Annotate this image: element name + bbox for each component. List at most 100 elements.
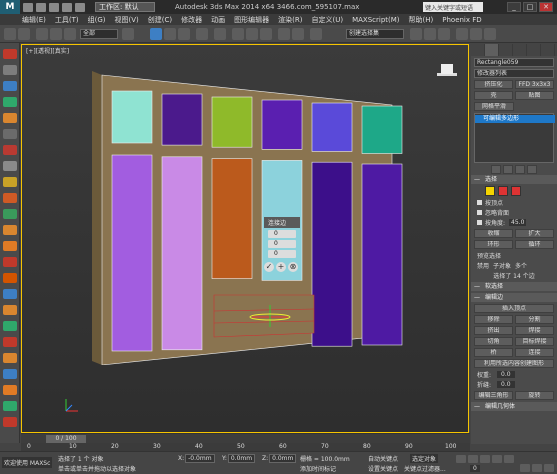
split-button[interactable]: 分割 bbox=[515, 315, 554, 324]
tool-icon-14[interactable] bbox=[3, 257, 17, 267]
select-move-icon[interactable] bbox=[150, 28, 162, 40]
rollout-edit-geometry[interactable]: 编辑几何体 bbox=[471, 402, 557, 411]
track-bar[interactable]: 0 10 20 30 40 50 60 70 80 90 100 bbox=[21, 443, 470, 451]
y-input[interactable]: 0.0mm bbox=[227, 454, 256, 463]
time-slider-bar[interactable]: 0 / 100 bbox=[21, 433, 470, 443]
tool-icon-8[interactable] bbox=[3, 161, 17, 171]
remove-modifier-icon[interactable] bbox=[527, 165, 537, 174]
go-start-icon[interactable] bbox=[456, 455, 466, 463]
workspace-dropdown[interactable]: 工作区: 默认 bbox=[95, 2, 155, 12]
menu-create[interactable]: 创建(C) bbox=[148, 15, 172, 25]
utilities-tab-icon[interactable] bbox=[541, 44, 555, 56]
current-frame-input[interactable]: 0 bbox=[470, 465, 480, 472]
angle-spinner[interactable]: 45.0 bbox=[509, 219, 527, 226]
new-file-icon[interactable] bbox=[23, 2, 33, 12]
save-file-icon[interactable] bbox=[49, 2, 59, 12]
menu-customize[interactable]: 自定义(U) bbox=[311, 15, 343, 25]
tool-icon-18[interactable] bbox=[3, 321, 17, 331]
tool-icon-16[interactable] bbox=[3, 289, 17, 299]
next-frame-icon[interactable] bbox=[492, 455, 502, 463]
cancel-button[interactable]: ⊗ bbox=[288, 262, 298, 272]
tool-icon-7[interactable] bbox=[3, 145, 17, 155]
insert-vertex-button[interactable]: 插入顶点 bbox=[474, 304, 554, 313]
curve-editor-icon[interactable] bbox=[410, 28, 422, 40]
modify-tab-icon[interactable] bbox=[485, 44, 499, 56]
redo-tool-icon[interactable] bbox=[18, 28, 30, 40]
maxscript-listener[interactable]: 欢迎使用 MAXSc bbox=[2, 457, 53, 468]
tool-icon-10[interactable] bbox=[3, 193, 17, 203]
tool-icon-12[interactable] bbox=[3, 225, 17, 235]
show-end-icon[interactable] bbox=[503, 165, 513, 174]
extrude-button[interactable]: 挤出 bbox=[474, 326, 513, 335]
object-name-field[interactable]: Rectangle059 bbox=[474, 58, 554, 67]
tool-icon-9[interactable] bbox=[3, 177, 17, 187]
make-unique-icon[interactable] bbox=[515, 165, 525, 174]
auto-key-button[interactable]: 自动关键点 bbox=[368, 454, 398, 463]
render-icon[interactable] bbox=[484, 28, 496, 40]
unlink-icon[interactable] bbox=[50, 28, 62, 40]
tool-icon-15[interactable] bbox=[3, 273, 17, 283]
tool-icon-1[interactable] bbox=[3, 49, 17, 59]
motion-tab-icon[interactable] bbox=[513, 44, 527, 56]
percent-snap-icon[interactable] bbox=[260, 28, 272, 40]
weld-button[interactable]: 焊接 bbox=[515, 326, 554, 335]
segments-spinner[interactable]: 0 bbox=[268, 230, 296, 238]
create-tab-icon[interactable] bbox=[471, 44, 485, 56]
open-file-icon[interactable] bbox=[36, 2, 46, 12]
tool-icon-23[interactable] bbox=[3, 401, 17, 411]
grow-button[interactable]: 扩大 bbox=[515, 229, 554, 238]
tool-icon-24[interactable] bbox=[3, 417, 17, 427]
undo-icon[interactable] bbox=[62, 2, 72, 12]
x-input[interactable]: -0.0mm bbox=[185, 454, 215, 463]
selected-dropdown[interactable]: 选定对象 bbox=[410, 454, 439, 463]
undo-tool-icon[interactable] bbox=[4, 28, 16, 40]
chamfer-button[interactable]: 切角 bbox=[474, 337, 513, 346]
snap-icon[interactable] bbox=[232, 28, 244, 40]
prev-frame-icon[interactable] bbox=[468, 455, 478, 463]
pan-icon[interactable] bbox=[532, 464, 542, 472]
create-shape-button[interactable]: 利用所选内容创建图形 bbox=[474, 359, 554, 368]
tool-icon-13[interactable] bbox=[3, 241, 17, 251]
ffd-button[interactable]: FFD 3x3x3 bbox=[515, 80, 554, 89]
menu-graph-editors[interactable]: 图形编辑器 bbox=[234, 15, 269, 25]
close-button[interactable]: ✕ bbox=[539, 2, 553, 12]
tool-icon-20[interactable] bbox=[3, 353, 17, 363]
tool-icon-5[interactable] bbox=[3, 113, 17, 123]
material-editor-icon[interactable] bbox=[438, 28, 450, 40]
modifier-list-dropdown[interactable]: 修改器列表 bbox=[474, 69, 554, 78]
menu-group[interactable]: 组(G) bbox=[88, 15, 106, 25]
menu-animation[interactable]: 动画 bbox=[211, 15, 225, 25]
menu-modifiers[interactable]: 修改器 bbox=[181, 15, 202, 25]
tool-icon-19[interactable] bbox=[3, 337, 17, 347]
viewport-label[interactable]: [+][透视][真实] bbox=[26, 46, 69, 55]
maximize-button[interactable]: □ bbox=[523, 2, 537, 12]
menu-tools[interactable]: 工具(T) bbox=[55, 15, 79, 25]
reference-coord-icon[interactable] bbox=[196, 28, 208, 40]
tool-icon-3[interactable] bbox=[3, 81, 17, 91]
menu-rendering[interactable]: 渲染(R) bbox=[278, 15, 302, 25]
selection-filter-dropdown[interactable]: 全部 bbox=[80, 29, 118, 39]
search-input[interactable]: 键入关键字或短语 bbox=[423, 2, 483, 12]
tool-icon-11[interactable] bbox=[3, 209, 17, 219]
preview-subobj-radio[interactable]: 子对象 bbox=[493, 261, 511, 270]
select-rotate-icon[interactable] bbox=[164, 28, 176, 40]
rollout-soft-selection[interactable]: 软选择 bbox=[471, 282, 557, 291]
tool-icon-6[interactable] bbox=[3, 129, 17, 139]
preview-multi-radio[interactable]: 多个 bbox=[515, 261, 527, 270]
menu-phoenix[interactable]: Phoenix FD bbox=[442, 16, 481, 24]
unwrap-button[interactable]: 挤压化 bbox=[474, 80, 513, 89]
hierarchy-tab-icon[interactable] bbox=[499, 44, 513, 56]
select-scale-icon[interactable] bbox=[178, 28, 190, 40]
rollout-edit-edges[interactable]: 编辑边 bbox=[471, 293, 557, 302]
menu-help[interactable]: 帮助(H) bbox=[409, 15, 434, 25]
tool-icon-2[interactable] bbox=[3, 65, 17, 75]
ignore-backfacing-checkbox[interactable] bbox=[477, 210, 482, 215]
menu-views[interactable]: 视图(V) bbox=[115, 15, 139, 25]
key-filters-button[interactable]: 关键点过滤器... bbox=[404, 464, 446, 473]
remove-button[interactable]: 移除 bbox=[474, 315, 513, 324]
pinch-spinner[interactable]: 0 bbox=[268, 240, 296, 248]
apply-button[interactable]: + bbox=[276, 262, 286, 272]
viewcube-home-icon[interactable] bbox=[436, 63, 458, 77]
slide-spinner[interactable]: 0 bbox=[268, 250, 296, 258]
bridge-button[interactable]: 桥 bbox=[474, 348, 513, 357]
